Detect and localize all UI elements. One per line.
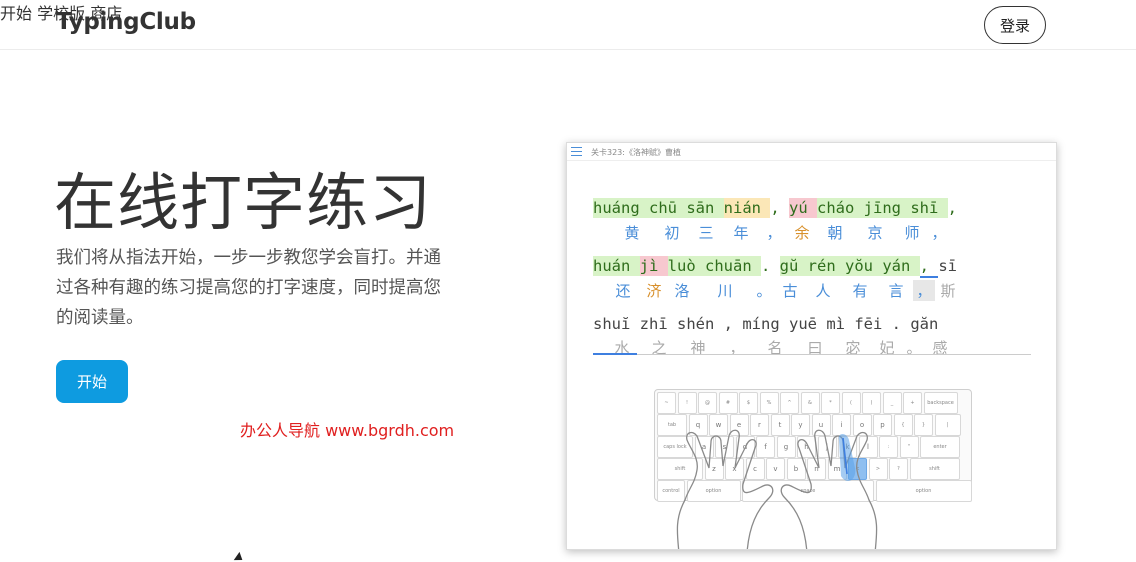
key: $ [739, 392, 758, 414]
pinyin-word: yŏu [845, 256, 883, 276]
pinyin-word: zhī [639, 315, 677, 333]
key: ! [677, 392, 697, 414]
site-header: TypingClub 开始 学校版 商店 登录 [0, 0, 1136, 50]
key: _ [882, 392, 902, 414]
key: % [759, 392, 779, 414]
hanzi-char: ， [766, 224, 782, 242]
hanzi-char: 济 [646, 282, 662, 300]
preview-topbar: 关卡323:《洛神赋》曹植 [567, 143, 1056, 161]
menu-icon [571, 147, 582, 156]
key: + [903, 392, 922, 414]
pinyin-word: jīng [863, 198, 911, 218]
level-title: 关卡323:《洛神赋》曹植 [591, 148, 681, 157]
progress-line-current [593, 353, 637, 355]
hanzi-char: 古 [782, 282, 798, 300]
hanzi-char: 言 [888, 282, 904, 300]
pinyin-word: sī [938, 257, 957, 275]
pinyin-word: yuē [789, 315, 827, 333]
scroll-arrow-icon [233, 551, 246, 562]
keyboard-row-1: ~ ! @ # $ % ^ & * ( ) _ + backspace [657, 392, 959, 414]
key: & [800, 392, 820, 414]
pinyin-word: . [891, 315, 911, 333]
pinyin-word: , [723, 315, 743, 333]
pinyin-word: mì [826, 315, 855, 333]
hanzi-line-2: 还济洛 川 。古人 有 言 ， 斯 [605, 280, 961, 301]
pinyin-line-3: shuĭ zhī shén , míng yuē mì fēi . găn [593, 315, 938, 333]
hero-title: 在线打字练习 [54, 166, 433, 239]
hanzi-char: 年 [733, 224, 749, 242]
hanzi-char: 斯 [940, 282, 956, 300]
pinyin-word: jì [639, 256, 668, 276]
pinyin-word: míng [742, 315, 790, 333]
pinyin-word: rén [807, 256, 845, 276]
pinyin-word: shuĭ [593, 315, 640, 333]
watermark-text: 办公人导航 www.bgrdh.com [240, 421, 455, 440]
pinyin-word: yú [789, 198, 817, 218]
key: ( [841, 392, 861, 414]
hanzi-char: 朝 [827, 224, 843, 242]
progress-line [593, 354, 1031, 355]
hanzi-char: 川 [717, 282, 733, 300]
hanzi-char-current: ， [913, 280, 935, 301]
pinyin-word: cháo [817, 198, 864, 218]
hanzi-char: 有 [852, 282, 868, 300]
pinyin-word: , [947, 199, 958, 217]
hero-description: 我们将从指法开始，一步一步教您学会盲打。并通过各种有趣的练习提高您的打字速度，同… [56, 248, 441, 328]
hanzi-char: 。 [756, 282, 772, 300]
key: ~ [657, 392, 676, 414]
pinyin-word: shén [677, 315, 724, 333]
site-logo[interactable]: TypingClub [56, 9, 196, 35]
pinyin-word: yán [882, 256, 920, 276]
key: ) [862, 392, 881, 414]
pinyin-word: gŭ [779, 256, 808, 276]
pinyin-word: nián [723, 198, 771, 218]
hanzi-char: 黄 [624, 224, 640, 242]
app-preview-screenshot: 关卡323:《洛神赋》曹植 huáng chū sān nián , yú ch… [566, 142, 1057, 550]
pinyin-word: shī [910, 198, 948, 218]
pinyin-word: găn [910, 315, 939, 333]
hanzi-line-1: 黄 初三 年 ， 余朝 京 师 ， [609, 222, 949, 243]
pinyin-line-1: huáng chū sān nián , yú cháo jīng shī , [593, 198, 958, 218]
pinyin-word: . [761, 257, 780, 275]
hanzi-char: 师 [904, 224, 920, 242]
pinyin-word: luò [667, 256, 705, 276]
pinyin-word: , [770, 199, 789, 217]
hands-illustration [676, 429, 878, 549]
pinyin-word: chū [649, 198, 687, 218]
key: ^ [780, 392, 799, 414]
nav-start[interactable]: 开始 [0, 4, 32, 23]
login-button[interactable]: 登录 [984, 6, 1046, 44]
pinyin-word: huán [593, 256, 640, 276]
hanzi-char: 还 [615, 282, 631, 300]
hanzi-char: 京 [867, 224, 883, 242]
pinyin-word: huáng [593, 198, 649, 218]
hanzi-char: 余 [794, 224, 810, 242]
pinyin-word: chuān [705, 256, 761, 276]
key: # [718, 392, 738, 414]
pinyin-word: fēi [854, 315, 892, 333]
hanzi-char: 人 [815, 282, 831, 300]
key: backspace [923, 392, 958, 414]
hanzi-char: ， [931, 224, 947, 242]
hanzi-char: 洛 [674, 282, 690, 300]
key: * [821, 392, 840, 414]
start-button[interactable]: 开始 [56, 360, 128, 403]
key: @ [698, 392, 717, 414]
pinyin-word-current: , [919, 256, 939, 278]
pinyin-line-2: huán jì luò chuān . gŭ rén yŏu yán , sī [593, 256, 957, 278]
pinyin-word: sān [686, 198, 724, 218]
hanzi-char: 初 [664, 224, 680, 242]
hanzi-char: 三 [698, 224, 714, 242]
